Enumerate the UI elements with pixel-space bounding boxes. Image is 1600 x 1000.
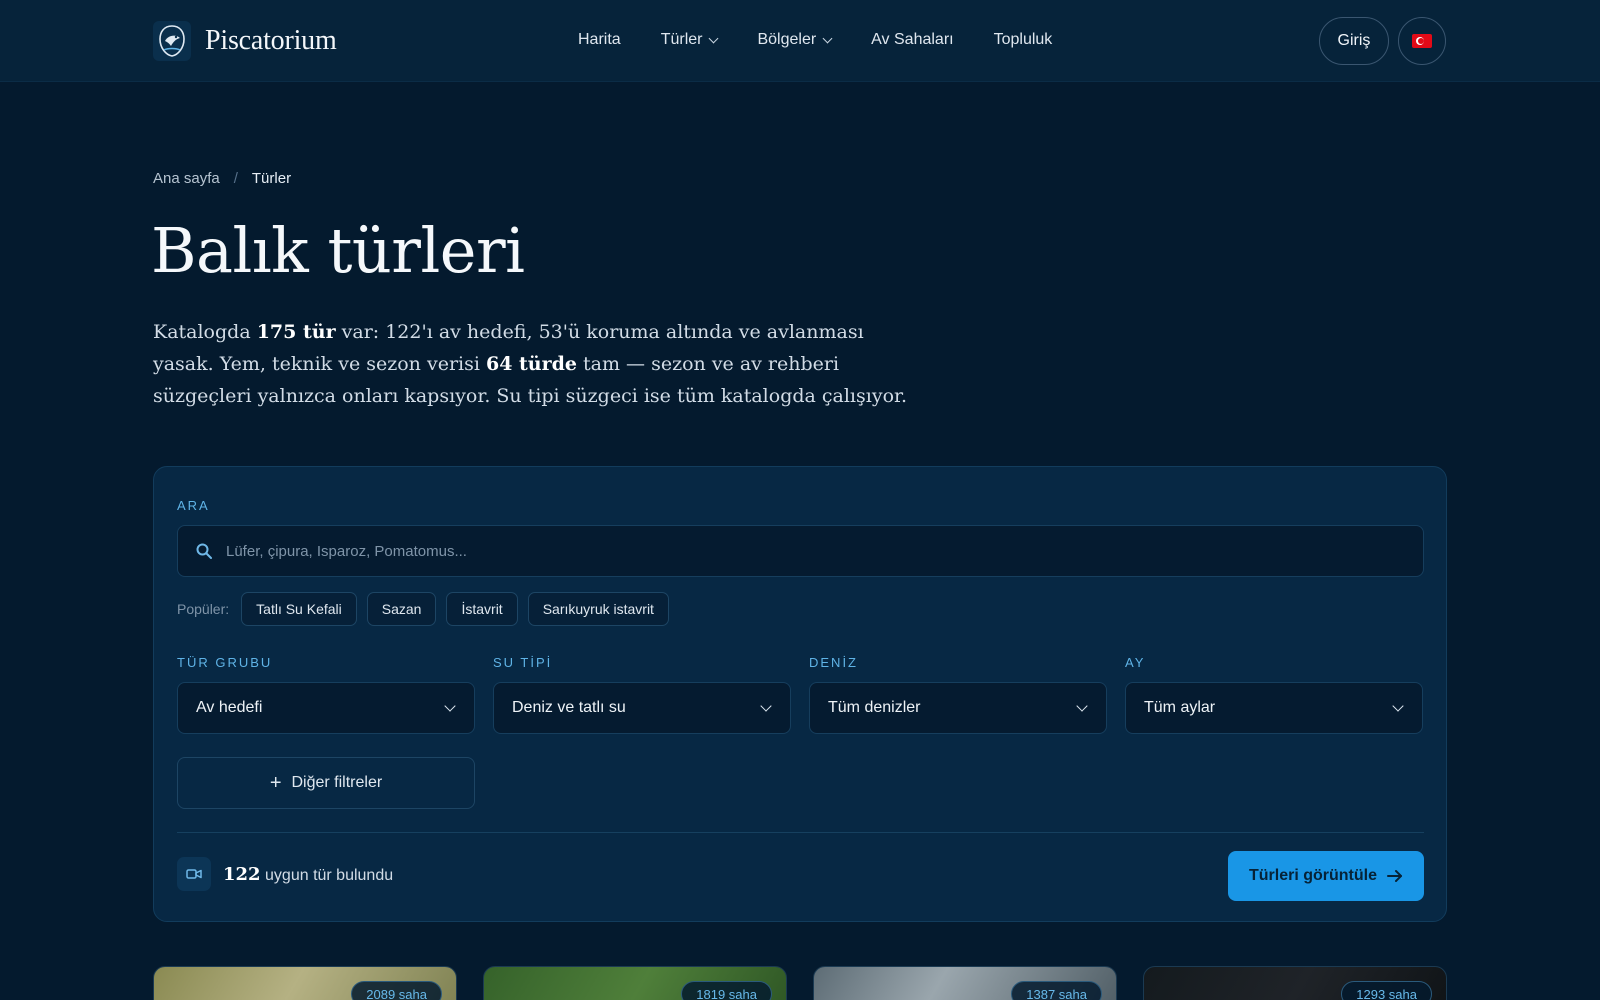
- page-title: Balık türleri: [151, 214, 525, 287]
- plus-icon: +: [269, 772, 282, 794]
- nav-item-label: Türler: [660, 31, 703, 48]
- results-suffix: uygun tür bulundu: [260, 866, 394, 884]
- breadcrumb: Ana sayfa / Türler: [153, 170, 291, 187]
- filter-row: TÜR GRUBU Av hedefi SU TİPİ Deniz ve tat…: [177, 655, 1423, 734]
- chevron-down-icon: [709, 33, 719, 43]
- species-card[interactable]: 1819 saha: [483, 966, 787, 1000]
- view-species-button[interactable]: Türleri görüntüle: [1228, 851, 1424, 901]
- chevron-down-icon: [1076, 700, 1088, 712]
- select-value: Tüm denizler: [828, 699, 921, 716]
- intro-complete-species: 64 türde: [485, 353, 577, 375]
- filter-water-type: SU TİPİ Deniz ve tatlı su: [493, 655, 791, 734]
- popular-chip[interactable]: Sazan: [366, 592, 437, 626]
- species-group-select[interactable]: Av hedefi: [177, 682, 475, 734]
- chevron-down-icon: [1392, 700, 1404, 712]
- card-badge: 1293 saha: [1341, 981, 1432, 1000]
- more-filters-button[interactable]: + Diğer filtreler: [177, 757, 475, 809]
- nav-item-label: Av Sahaları: [871, 31, 954, 48]
- brand-logo[interactable]: Piscatorium: [153, 21, 337, 61]
- select-value: Tüm aylar: [1144, 699, 1216, 716]
- nav-item-label: Harita: [578, 31, 621, 48]
- chevron-down-icon: [444, 700, 456, 712]
- divider: [177, 832, 1424, 833]
- results-text: 122 uygun tür bulundu: [223, 864, 393, 885]
- nav-item-bolgeler[interactable]: Bölgeler: [757, 31, 833, 49]
- filter-sea: DENİZ Tüm denizler: [809, 655, 1107, 734]
- species-card[interactable]: 1293 saha: [1143, 966, 1447, 1000]
- main-menu: Harita Türler Bölgeler Av Sahaları Toplu…: [578, 31, 1052, 49]
- search-input[interactable]: [226, 542, 1376, 560]
- login-button[interactable]: Giriş: [1319, 17, 1389, 65]
- month-select[interactable]: Tüm aylar: [1125, 682, 1423, 734]
- filter-label: AY: [1125, 655, 1146, 670]
- cta-label: Türleri görüntüle: [1249, 867, 1377, 884]
- intro-total-species: 175 tür: [256, 321, 336, 343]
- breadcrumb-separator: /: [233, 170, 238, 187]
- video-camera-icon: [177, 857, 211, 891]
- brand-name: Piscatorium: [205, 25, 337, 56]
- language-selector[interactable]: [1398, 17, 1446, 65]
- results-number: 122: [223, 863, 261, 885]
- water-type-select[interactable]: Deniz ve tatlı su: [493, 682, 791, 734]
- filter-species-group: TÜR GRUBU Av hedefi: [177, 655, 475, 734]
- filter-label: DENİZ: [809, 655, 858, 670]
- nav-item-label: Topluluk: [993, 31, 1053, 48]
- breadcrumb-home[interactable]: Ana sayfa: [153, 170, 220, 187]
- search-label: ARA: [177, 498, 210, 513]
- card-badge: 1819 saha: [681, 981, 772, 1000]
- chevron-down-icon: [822, 33, 833, 43]
- fish-logo-icon: [153, 21, 191, 61]
- search-icon: [196, 543, 212, 559]
- nav-item-topluluk[interactable]: Topluluk: [994, 31, 1053, 49]
- popular-chip[interactable]: Sarıkuyruk istavrit: [527, 592, 669, 626]
- popular-chip[interactable]: İstavrit: [446, 592, 518, 626]
- filter-month: AY Tüm aylar: [1125, 655, 1423, 734]
- species-card[interactable]: 2089 saha: [153, 966, 457, 1000]
- select-value: Deniz ve tatlı su: [512, 699, 626, 716]
- filter-panel: ARA Popüler: Tatlı Su Kefali Sazan İstav…: [153, 466, 1447, 922]
- sea-select[interactable]: Tüm denizler: [809, 682, 1107, 734]
- page-intro: Katalogda 175 tür var: 122'ı av hedefi, …: [153, 316, 913, 412]
- popular-searches: Popüler: Tatlı Su Kefali Sazan İstavrit …: [177, 592, 669, 626]
- chevron-down-icon: [760, 700, 772, 712]
- popular-label: Popüler:: [177, 601, 230, 617]
- card-badge: 2089 saha: [351, 981, 442, 1000]
- arrow-right-icon: [1387, 870, 1402, 882]
- select-value: Av hedefi: [196, 699, 263, 716]
- intro-text: Katalogda: [153, 321, 257, 343]
- nav-item-turler[interactable]: Türler: [660, 31, 719, 49]
- more-filters-label: Diğer filtreler: [291, 774, 383, 791]
- turkish-flag-icon: [1412, 34, 1432, 48]
- nav-item-av-sahalari[interactable]: Av Sahaları: [871, 31, 953, 49]
- popular-chip[interactable]: Tatlı Su Kefali: [241, 592, 357, 626]
- nav-item-harita[interactable]: Harita: [578, 31, 621, 49]
- species-card[interactable]: 1387 saha: [813, 966, 1117, 1000]
- top-navbar: Piscatorium Harita Türler Bölgeler Av Sa…: [0, 0, 1600, 82]
- nav-item-label: Bölgeler: [757, 31, 817, 48]
- card-badge: 1387 saha: [1011, 981, 1102, 1000]
- results-count: 122 uygun tür bulundu: [177, 857, 393, 891]
- filter-label: TÜR GRUBU: [177, 655, 273, 670]
- filter-label: SU TİPİ: [493, 655, 553, 670]
- breadcrumb-current: Türler: [251, 170, 292, 187]
- search-box[interactable]: [177, 525, 1424, 577]
